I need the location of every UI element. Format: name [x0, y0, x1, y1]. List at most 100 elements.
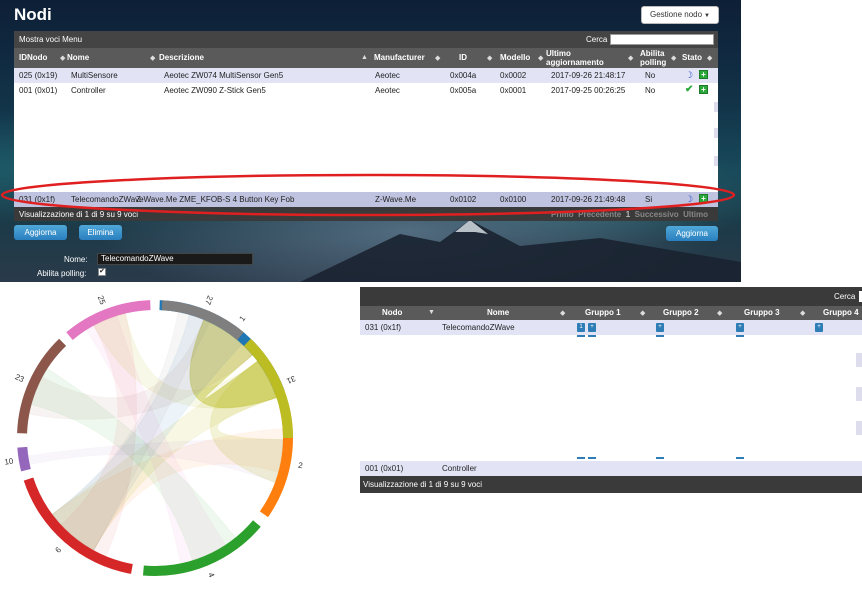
col-id[interactable]: ID: [459, 53, 467, 62]
groups-hidden-rows: [360, 335, 862, 461]
chord-label-23: 23: [14, 372, 26, 384]
row-edge: [656, 457, 664, 459]
cell-polling: No: [645, 71, 656, 80]
cell-descrizione: Aeotec ZW090 Z-Stick Gen5: [164, 86, 266, 95]
sort-icon[interactable]: ◆: [628, 54, 633, 62]
plus-icon[interactable]: +: [699, 70, 708, 79]
col-abilita-polling[interactable]: Abilita polling: [640, 49, 668, 67]
search-label: Cerca: [586, 35, 608, 44]
table-row[interactable]: 001 (0x01) Controller Aeotec ZW090 Z-Sti…: [14, 83, 718, 98]
col-manufacturer[interactable]: Manufacturer: [374, 53, 425, 62]
aggiorna-button[interactable]: Aggiorna: [14, 225, 67, 240]
group-badge[interactable]: 1: [577, 323, 585, 332]
chord-label-2: 2: [297, 461, 304, 471]
elimina-button[interactable]: Elimina: [79, 225, 122, 240]
sort-icon[interactable]: ◆: [435, 54, 440, 62]
row-edge: [577, 457, 585, 459]
col-gruppo-1[interactable]: Gruppo 1: [585, 308, 621, 317]
col-gruppo-4[interactable]: Gruppo 4: [823, 308, 859, 317]
show-entries-menu[interactable]: Mostra voci Menu: [19, 35, 82, 44]
sort-desc-icon[interactable]: ▼: [428, 309, 435, 316]
row-edge: [656, 335, 664, 337]
name-label: Nome:: [64, 255, 88, 264]
col-stato[interactable]: Stato: [682, 53, 702, 62]
cell-manufacturer: Aeotec: [375, 71, 400, 80]
gestione-nodo-button[interactable]: Gestione nodo ▼: [641, 6, 719, 24]
cell-id: 0x004a: [450, 71, 477, 80]
cell-manufacturer: Aeotec: [375, 86, 400, 95]
cell-nome: TelecomandoZWave: [442, 323, 515, 332]
add-to-group-icon[interactable]: +: [588, 323, 596, 332]
nodes-panel: Nodi Gestione nodo ▼ Mostra voci Menu Cer…: [0, 0, 741, 282]
table-row[interactable]: 025 (0x19) MultiSensore Aeotec ZW074 Mul…: [14, 68, 718, 83]
groups-header: Nodo ▼ Nome ◆ Gruppo 1 ◆ Gruppo 2 ◆ Grup…: [360, 306, 862, 320]
col-idnodo[interactable]: IDNodo: [19, 53, 47, 62]
sort-icon[interactable]: ◆: [150, 54, 155, 62]
name-input[interactable]: TelecomandoZWave: [97, 253, 253, 265]
chord-label-31: 31: [285, 374, 297, 386]
col-gruppo-3[interactable]: Gruppo 3: [744, 308, 780, 317]
sort-icon[interactable]: ◆: [707, 54, 712, 62]
plus-icon[interactable]: +: [699, 85, 708, 94]
cell-nome: MultiSensore: [71, 71, 118, 80]
row-edge: [736, 457, 744, 459]
cell-idnodo: 025 (0x19): [19, 71, 58, 80]
add-to-group-icon[interactable]: +: [815, 323, 823, 332]
cell-modello: 0x0002: [500, 71, 527, 80]
row-edge: [856, 421, 862, 435]
chord-ribbons: [28, 311, 284, 565]
row-edge: [736, 335, 744, 337]
table-header: IDNodo ◆ Nome ◆ Descrizione ▲ Manufactur…: [14, 48, 718, 68]
add-to-group-icon[interactable]: +: [656, 323, 664, 332]
chord-label-1: 1: [237, 314, 247, 323]
col-descrizione[interactable]: Descrizione: [159, 53, 204, 62]
cell-modello: 0x0001: [500, 86, 527, 95]
col-modello[interactable]: Modello: [500, 53, 530, 62]
gestione-nodo-label: Gestione nodo: [650, 10, 703, 19]
chord-label-27: 27: [203, 294, 215, 306]
groups-row[interactable]: 031 (0x1f) TelecomandoZWave 1 + + + +: [360, 320, 862, 335]
polling-label: Abilita polling:: [37, 269, 87, 278]
col-nome[interactable]: Nome: [67, 53, 89, 62]
row-edge: [588, 335, 596, 337]
search-input[interactable]: [610, 34, 714, 45]
cell-polling: No: [645, 86, 656, 95]
cell-id: 0x005a: [450, 86, 477, 95]
col-ultimo-aggiornamento[interactable]: Ultimo aggiornamento: [546, 49, 626, 67]
sort-icon[interactable]: ◆: [487, 54, 492, 62]
sort-icon[interactable]: ◆: [60, 54, 65, 62]
row-edge: [714, 128, 718, 138]
cell-nodo: 001 (0x01): [365, 464, 404, 473]
add-to-group-icon[interactable]: +: [736, 323, 744, 332]
chord-label-25: 25: [96, 294, 108, 306]
groups-toolbar: Cerca: [360, 287, 862, 306]
caret-down-icon: ▼: [704, 13, 710, 19]
polling-checkbox[interactable]: ✔: [98, 268, 106, 276]
row-edge: [714, 156, 718, 166]
row-edge: [856, 353, 862, 367]
sort-icon[interactable]: ◆: [671, 54, 676, 62]
groups-row[interactable]: 001 (0x01) Controller: [360, 461, 862, 476]
sort-asc-icon[interactable]: ▲: [361, 54, 368, 61]
sort-icon[interactable]: ◆: [800, 309, 805, 317]
cell-ultimo: 2017-09-25 00:26:25: [551, 86, 626, 95]
groups-footer: Visualizzazione di 1 di 9 su 9 voci: [360, 476, 862, 493]
mountain-background: [300, 220, 741, 282]
sort-icon[interactable]: ◆: [560, 309, 565, 317]
check-icon[interactable]: ✔: [685, 84, 693, 95]
groups-table: Cerca Nodo ▼ Nome ◆ Gruppo 1 ◆ Gruppo 2 …: [360, 287, 862, 493]
col-nodo[interactable]: Nodo: [382, 308, 402, 317]
chord-label-6: 6: [53, 545, 63, 555]
sort-icon[interactable]: ◆: [538, 54, 543, 62]
row-edge: [577, 335, 585, 337]
sort-icon[interactable]: ◆: [640, 309, 645, 317]
moon-icon[interactable]: ☽: [685, 70, 693, 81]
cell-nome: Controller: [442, 464, 477, 473]
sort-icon[interactable]: ◆: [717, 309, 722, 317]
aggiorna-right-button[interactable]: Aggiorna: [666, 226, 718, 241]
table-toolbar: Mostra voci Menu Cerca: [14, 31, 718, 48]
col-gruppo-2[interactable]: Gruppo 2: [663, 308, 699, 317]
col-nome[interactable]: Nome: [487, 308, 509, 317]
groups-info: Visualizzazione di 1 di 9 su 9 voci: [363, 480, 483, 489]
chord-label-10: 10: [4, 456, 15, 466]
